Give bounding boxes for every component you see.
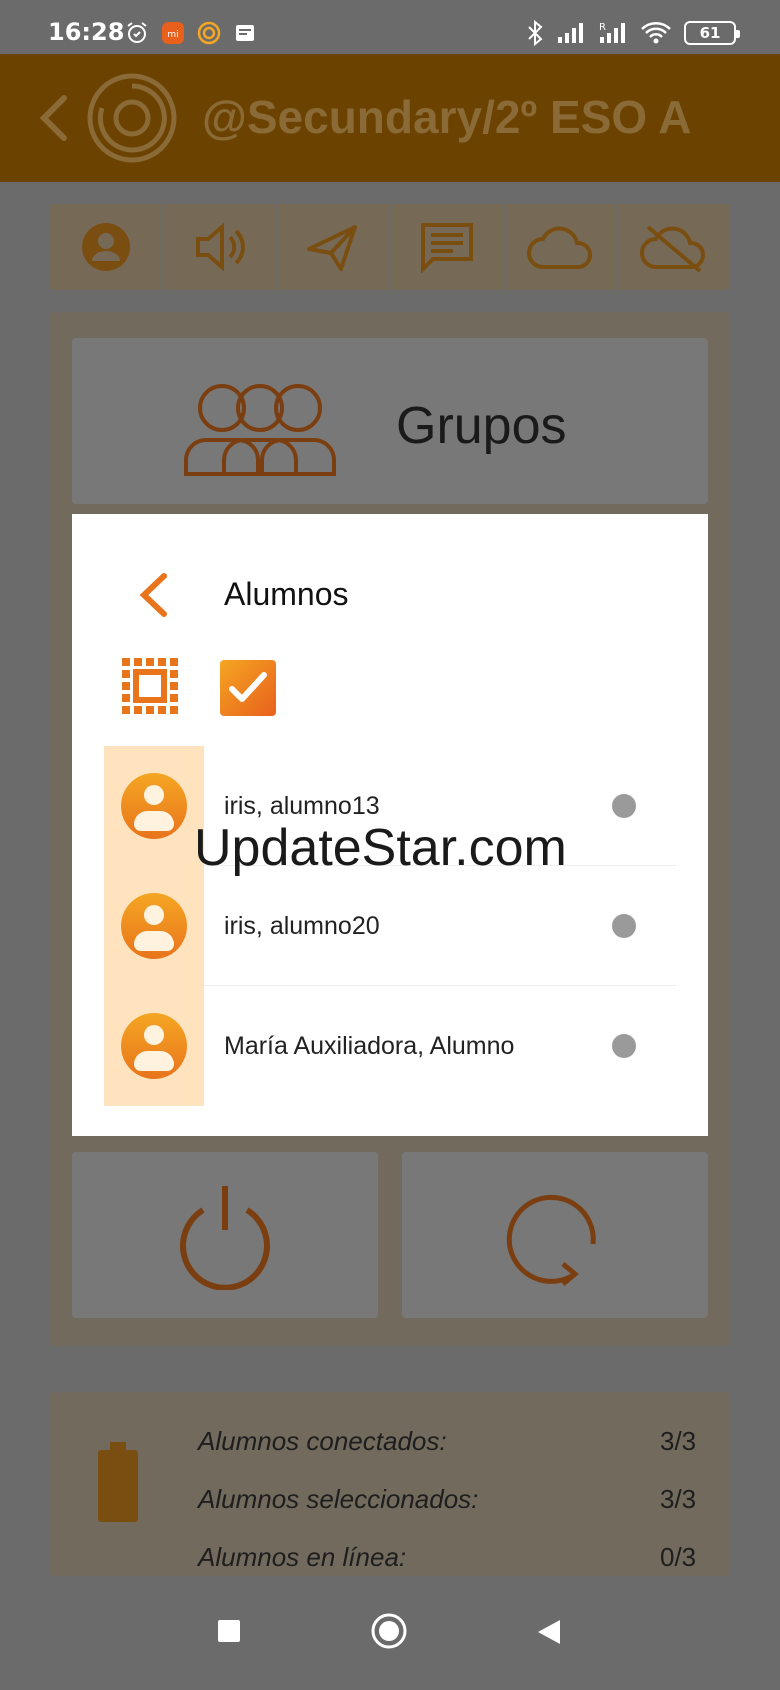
back-icon[interactable]	[536, 1618, 562, 1646]
stats-panel: Alumnos conectados: 3/3 Alumnos seleccio…	[50, 1392, 730, 1576]
stat-connected: Alumnos conectados: 3/3	[198, 1426, 718, 1457]
grupos-card[interactable]: Grupos	[72, 338, 708, 504]
select-all-checkbox[interactable]	[220, 660, 276, 716]
svg-text:mi: mi	[167, 30, 178, 40]
cloud-icon	[526, 226, 592, 269]
stat-selected: Alumnos seleccionados: 3/3	[198, 1484, 718, 1515]
avatar-icon	[121, 893, 187, 959]
watermark: UpdateStar.com	[194, 819, 567, 877]
home-icon[interactable]	[370, 1612, 408, 1650]
back-arrow-icon[interactable]	[34, 92, 74, 144]
stat-online-label: Alumnos en línea:	[198, 1542, 407, 1572]
action-toolbar	[50, 204, 730, 290]
status-dot	[612, 914, 636, 938]
power-button[interactable]	[72, 1152, 378, 1318]
signal-icon	[558, 23, 583, 43]
student-name: iris, alumno13	[224, 792, 380, 820]
chat-button[interactable]	[391, 204, 505, 290]
avatar-cell	[104, 986, 204, 1106]
send-button[interactable]	[277, 204, 392, 290]
dialog-title: Alumnos	[224, 576, 349, 612]
signal-roaming-icon: R	[599, 22, 625, 43]
stat-online: Alumnos en línea: 0/3	[198, 1542, 718, 1573]
refresh-button[interactable]	[402, 1152, 708, 1318]
orange-app-icon	[196, 20, 222, 46]
stat-online-value: 0/3	[660, 1542, 697, 1572]
system-nav-bar	[0, 1596, 780, 1690]
user-button[interactable]	[50, 204, 164, 290]
student-name: iris, alumno20	[224, 912, 380, 940]
wifi-icon	[641, 22, 671, 44]
battery-indicator: 61	[684, 21, 740, 45]
chat-icon	[420, 223, 473, 273]
cloud-button[interactable]	[505, 204, 619, 290]
notification-icons: mi	[124, 20, 258, 46]
student-row[interactable]: iris, alumno20	[104, 866, 676, 986]
recents-icon[interactable]	[216, 1618, 242, 1644]
cloud-off-button[interactable]	[618, 204, 730, 290]
avatar-cell	[104, 866, 204, 986]
app-header: @Secundary/2º ESO A	[0, 54, 780, 182]
student-name: María Auxiliadora, Alumno	[224, 1032, 515, 1060]
status-dot	[612, 1034, 636, 1058]
student-list: iris, alumno13 iris, alumno20 María Auxi…	[104, 746, 676, 1106]
checkmark-icon	[229, 672, 267, 702]
power-icon	[180, 1186, 270, 1290]
student-row[interactable]: María Auxiliadora, Alumno	[104, 986, 676, 1106]
stat-selected-value: 3/3	[660, 1484, 697, 1514]
user-icon	[81, 223, 130, 271]
message-icon	[232, 20, 258, 46]
system-icons: R 61	[526, 20, 740, 46]
grupos-label: Grupos	[396, 397, 567, 455]
avatar-cell	[104, 746, 204, 866]
select-all-icon[interactable]	[120, 656, 184, 720]
cloud-off-icon	[640, 225, 706, 273]
bluetooth-icon	[528, 20, 543, 46]
app-logo-icon	[87, 73, 177, 163]
status-dot	[612, 794, 636, 818]
speaker-button[interactable]	[164, 204, 278, 290]
alarm-icon	[124, 20, 150, 46]
refresh-icon	[506, 1194, 596, 1286]
status-bar: 16:28 mi R 61	[0, 0, 780, 54]
status-time: 16:28	[48, 18, 125, 46]
page-title: @Secundary/2º ESO A	[202, 91, 692, 143]
mi-app-icon: mi	[160, 20, 186, 46]
battery-icon	[98, 1442, 138, 1522]
stat-connected-label: Alumnos conectados:	[198, 1426, 447, 1456]
group-icon	[184, 384, 336, 476]
stat-connected-value: 3/3	[660, 1426, 697, 1456]
svg-text:R: R	[599, 22, 606, 33]
avatar-icon	[121, 1013, 187, 1079]
dialog-back-icon[interactable]	[136, 570, 172, 620]
stat-selected-label: Alumnos seleccionados:	[198, 1484, 479, 1514]
send-icon	[307, 225, 358, 271]
avatar-icon	[121, 773, 187, 839]
speaker-icon	[195, 222, 245, 272]
